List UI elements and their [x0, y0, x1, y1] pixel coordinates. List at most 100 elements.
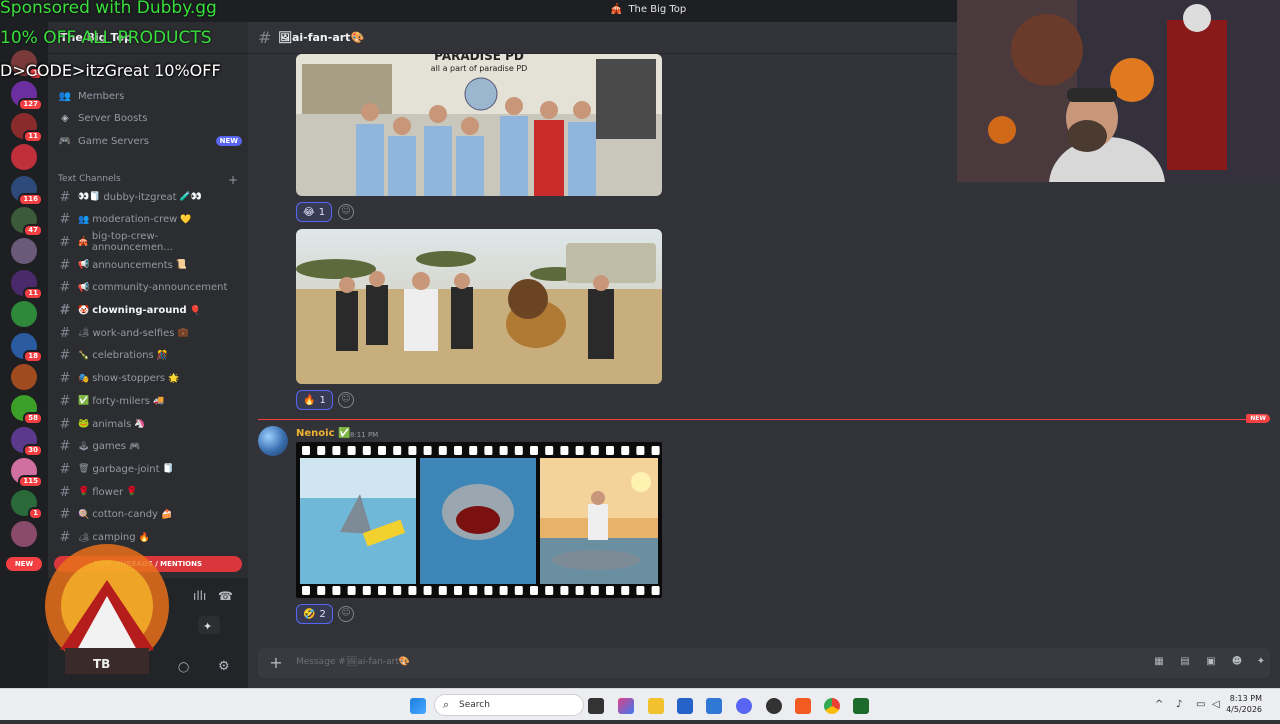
task-view-icon[interactable]	[588, 698, 604, 714]
hash-icon: #	[59, 234, 71, 250]
app-icon[interactable]	[853, 698, 869, 714]
emoji-icon[interactable]: ☻	[1230, 656, 1244, 670]
server-icon[interactable]: 11	[11, 112, 43, 143]
channel-item[interactable]: # 🍾 celebrations 🎊	[56, 346, 242, 366]
channel-item[interactable]: # 📢 community-announcement	[56, 278, 242, 298]
clock-time: 8:13 PM	[1229, 694, 1262, 703]
sponsor-line-2: 10% OFF ALL PRODUCTS	[0, 28, 212, 48]
server-icon[interactable]	[11, 144, 37, 171]
channel-suffix: 💛	[180, 214, 192, 225]
add-reaction-icon[interactable]: ☺	[338, 392, 354, 408]
channel-item[interactable]: # 🕹 games 🎮	[56, 437, 242, 457]
discord-icon[interactable]	[736, 698, 752, 714]
channel-suffix: 🍰	[160, 509, 173, 520]
server-icon[interactable]: 18	[11, 332, 43, 363]
outlook-icon[interactable]	[706, 698, 722, 714]
nav-label: Game Servers	[78, 135, 149, 147]
channel-item[interactable]: # 🌹 flower 🌹	[56, 482, 242, 502]
hash-icon: #	[59, 212, 71, 228]
film-sprocket	[621, 586, 630, 595]
channel-item[interactable]: # 📢 announcements 📜	[56, 255, 242, 275]
windows-start-icon[interactable]	[410, 698, 426, 714]
laugh-emoji-icon: 😂	[303, 206, 315, 218]
obs-icon[interactable]	[766, 698, 782, 714]
add-reaction-icon[interactable]: ☺	[338, 606, 354, 622]
film-sprocket	[636, 446, 645, 455]
channel-item[interactable]: # 🐸 animals 🦄	[56, 414, 242, 434]
channel-item[interactable]: # ✅ forty-milers 🚚	[56, 391, 242, 411]
author-avatar[interactable]	[258, 426, 288, 456]
channel-item[interactable]: # 🏕 work-and-selfies 💼	[56, 323, 242, 343]
sticker-icon[interactable]: ▣	[1204, 656, 1218, 670]
film-sprocket	[621, 446, 630, 455]
clock-date: 4/5/2026	[1226, 705, 1262, 714]
film-sprocket	[302, 586, 310, 595]
channel-suffix: 🎊	[156, 350, 168, 361]
attachment-image-paradise-pd[interactable]: PARADISE PD all a part of paradise PD	[296, 54, 662, 196]
nav-game-servers[interactable]: 🎮 Game Servers NEW	[56, 131, 242, 151]
attachment-image-lion-chase[interactable]	[296, 229, 662, 384]
film-sprocket	[484, 446, 493, 455]
server-icon[interactable]: 115	[11, 458, 43, 489]
channel-item[interactable]: # 🤡 clowning-around 🎈	[56, 301, 242, 321]
channel-name: community-announcement	[92, 282, 228, 294]
network-icon[interactable]: ▭	[1196, 699, 1205, 710]
film-sprocket	[469, 446, 478, 455]
composer-placeholder[interactable]: Message #🖼ai-fan-art🎨	[296, 657, 410, 667]
film-sprocket	[545, 446, 554, 455]
taskbar-clock[interactable]: 8:13 PM 4/5/2026	[1226, 693, 1262, 715]
channel-item[interactable]: # 🎭 show-stoppers 🌟	[56, 369, 242, 389]
channel-item[interactable]: # 🎪 big-top-crew-announcemen...	[56, 231, 242, 253]
film-sprocket	[317, 586, 326, 595]
brave-icon[interactable]	[795, 698, 811, 714]
message-author[interactable]: Nenoic ✅	[296, 428, 350, 439]
server-icon[interactable]: 47	[11, 207, 43, 237]
reaction-fire[interactable]: 🔥 1	[296, 390, 333, 410]
reaction-rofl[interactable]: 🤣 2	[296, 604, 333, 624]
server-icon[interactable]	[11, 238, 37, 265]
gif-icon[interactable]: ▤	[1178, 656, 1192, 670]
copilot-icon[interactable]	[618, 698, 634, 714]
film-sprocket	[393, 586, 402, 595]
taskbar-search[interactable]: ⌕ Search	[434, 694, 584, 716]
streamer-webcam	[957, 0, 1280, 182]
server-icon[interactable]: 116	[11, 175, 43, 206]
film-sprocket	[454, 446, 462, 455]
apps-icon[interactable]: ✦	[1254, 656, 1268, 670]
channel-item[interactable]: # 👥 moderation-crew 💛	[56, 210, 242, 230]
chrome-icon[interactable]	[824, 698, 840, 714]
new-messages-divider: NEW	[258, 414, 1270, 423]
reaction-laugh[interactable]: 😂 1	[296, 202, 333, 222]
microphone-icon[interactable]: ♪	[1176, 699, 1182, 710]
server-icon[interactable]: 127	[11, 81, 43, 112]
upload-plus-icon[interactable]: +	[266, 653, 286, 673]
add-channel-icon[interactable]: +	[228, 173, 238, 187]
channel-item[interactable]: # 🍭 cotton-candy 🍰	[56, 505, 242, 525]
verified-badge-icon: ✅	[337, 428, 351, 439]
channel-suffix: 🚚	[153, 396, 165, 407]
nav-members[interactable]: 👥 Members	[56, 86, 242, 106]
file-explorer-icon[interactable]	[648, 698, 664, 714]
volume-icon[interactable]: ◁	[1212, 699, 1220, 710]
nav-server-boosts[interactable]: ◈ Server Boosts	[56, 108, 242, 128]
server-icon[interactable]	[11, 301, 37, 328]
attachment-image-shark-filmstrip[interactable]	[296, 442, 662, 598]
channel-item[interactable]: # 👀🧻 dubby-itzgreat 🧪👀	[56, 187, 242, 207]
category-text-channels[interactable]: Text Channels +	[58, 173, 238, 187]
gift-icon[interactable]: ▦	[1152, 656, 1166, 670]
webcam-picture	[957, 0, 1280, 182]
server-icon[interactable]	[11, 364, 37, 390]
message-composer[interactable]: + Message #🖼ai-fan-art🎨 ▦ ▤ ▣ ☻ ✦	[258, 648, 1270, 678]
tray-chevron-icon[interactable]: ^	[1155, 699, 1163, 710]
server-icon[interactable]: 1	[11, 489, 43, 520]
store-icon[interactable]	[677, 698, 693, 714]
server-icon[interactable]: 58	[11, 395, 43, 426]
hash-icon: #	[59, 439, 71, 455]
category-label: Text Channels	[58, 174, 121, 184]
server-icon[interactable]: 11	[11, 269, 43, 300]
gear-icon: ⚙	[218, 659, 230, 674]
channel-item[interactable]: # 🗑 garbage-joint 🧻	[56, 459, 242, 479]
channel-name: animals	[92, 418, 132, 430]
add-reaction-icon[interactable]: ☺	[338, 204, 354, 220]
server-icon[interactable]: 30	[11, 426, 43, 457]
